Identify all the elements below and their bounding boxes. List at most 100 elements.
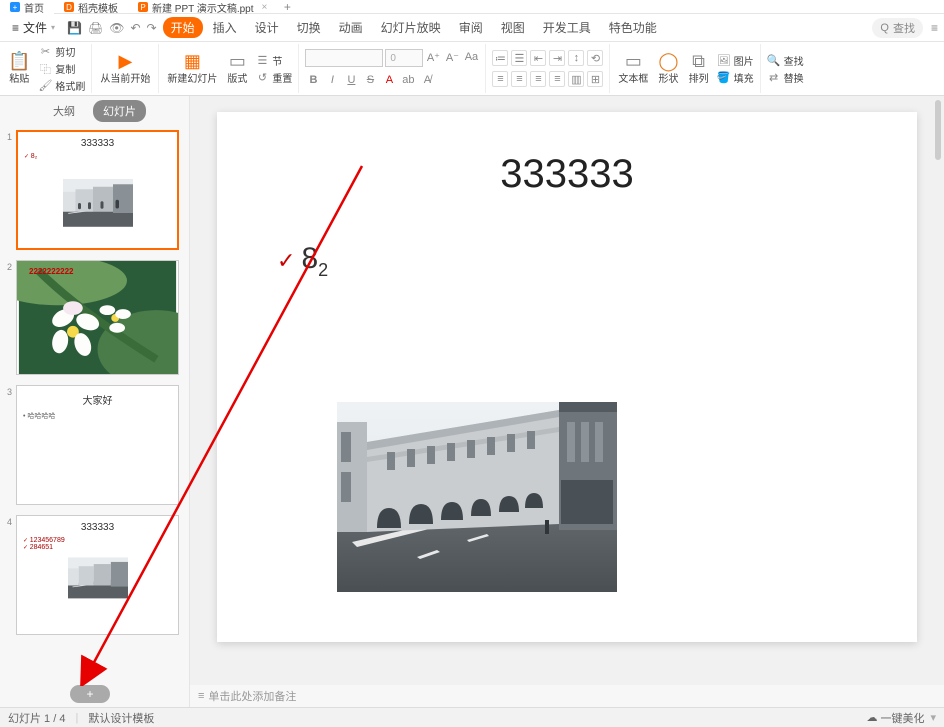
columns-icon[interactable]: ▥ xyxy=(568,71,584,87)
align-center-icon[interactable]: ≡ xyxy=(511,71,527,87)
redo-icon[interactable]: ↷ xyxy=(147,21,157,35)
thumbnail-1[interactable]: 1 333333 8₂ xyxy=(4,130,179,250)
thumb-content[interactable]: 333333 123456789 284651 xyxy=(16,515,179,635)
notes-placeholder: 单击此处添加备注 xyxy=(208,688,296,704)
thumbnail-2[interactable]: 2 xyxy=(4,260,179,375)
slides-tab[interactable]: 幻灯片 xyxy=(93,100,146,122)
bullets-icon[interactable]: ≔ xyxy=(492,50,508,66)
add-slide-button[interactable]: + xyxy=(70,685,110,703)
tab-feature[interactable]: 特色功能 xyxy=(601,17,665,38)
tab-template-label: 稻壳模板 xyxy=(78,0,118,15)
fill-button[interactable]: 🪣填充 xyxy=(717,70,754,85)
tab-review[interactable]: 审阅 xyxy=(451,17,491,38)
line-spacing-icon[interactable]: ↕ xyxy=(568,50,584,66)
thumb-image xyxy=(68,557,128,599)
slide-bullet[interactable]: ✓ 8 2 xyxy=(277,242,328,276)
thumb-line2: 284651 xyxy=(23,544,172,551)
outline-tab[interactable]: 大纲 xyxy=(43,100,85,122)
vertical-scrollbar[interactable] xyxy=(934,96,942,707)
replace-icon: ⇄ xyxy=(767,70,781,84)
tab-view[interactable]: 视图 xyxy=(493,17,533,38)
preview-icon[interactable]: 👁 xyxy=(109,21,124,35)
change-case-icon[interactable]: Aa xyxy=(463,49,479,65)
tab-transition[interactable]: 切换 xyxy=(289,17,329,38)
cut-button[interactable]: ✂剪切 xyxy=(38,44,85,59)
bold-button[interactable]: B xyxy=(305,72,321,88)
undo-icon[interactable]: ↶ xyxy=(130,21,140,35)
indent-icon[interactable]: ⇥ xyxy=(549,50,565,66)
grow-font-icon[interactable]: A⁺ xyxy=(425,49,441,65)
slide-image[interactable] xyxy=(337,402,617,592)
tab-close-icon[interactable]: × xyxy=(262,2,268,13)
format-painter-button[interactable]: 🖌格式刷 xyxy=(38,78,85,93)
font-group: 0 A⁺ A⁻ Aa B I U S A ab A̸ xyxy=(305,44,486,93)
find-button[interactable]: 🔍查找 xyxy=(767,53,804,68)
new-tab-button[interactable]: + xyxy=(277,0,297,13)
italic-button[interactable]: I xyxy=(324,72,340,88)
scrollbar-thumb[interactable] xyxy=(935,100,941,160)
outdent-icon[interactable]: ⇤ xyxy=(530,50,546,66)
font-size-combo[interactable]: 0 xyxy=(385,49,423,67)
thumb-line1: 123456789 xyxy=(23,537,172,544)
tab-document-label: 新建 PPT 演示文稿.ppt xyxy=(152,0,254,15)
thumbnail-4[interactable]: 4 333333 123456789 284651 xyxy=(4,515,179,635)
notes-icon: ≡ xyxy=(198,690,204,702)
shapes-button[interactable]: ◯ 形状 xyxy=(656,52,680,85)
thumbnail-3[interactable]: 3 大家好 • 哈哈哈哈 xyxy=(4,385,179,505)
tab-template[interactable]: D 稻壳模板 xyxy=(54,0,128,14)
arrange-icon: ⧉ xyxy=(692,52,705,70)
check-icon: ✓ xyxy=(277,248,295,274)
textbox-button[interactable]: ▭ 文本框 xyxy=(616,52,650,85)
more-menu-icon[interactable]: ≡ xyxy=(931,21,938,35)
thumb-content[interactable]: 2222222222 xyxy=(16,260,179,375)
align-left-icon[interactable]: ≡ xyxy=(492,71,508,87)
menu-icon: ≡ xyxy=(12,21,19,35)
notes-input[interactable]: ≡ 单击此处添加备注 xyxy=(190,685,944,707)
strike-button[interactable]: S xyxy=(362,72,378,88)
slide-canvas[interactable]: 333333 ✓ 8 2 xyxy=(217,112,917,642)
collapse-icon[interactable]: ▾ xyxy=(930,711,936,724)
slide-title-text[interactable]: 333333 xyxy=(217,152,917,197)
highlight-button[interactable]: ab xyxy=(400,72,416,88)
clear-format-button[interactable]: A̸ xyxy=(419,72,435,88)
picture-button[interactable]: 🖼图片 xyxy=(717,53,754,68)
file-menu[interactable]: ≡ 文件 ▾ xyxy=(6,17,61,38)
tab-insert[interactable]: 插入 xyxy=(205,17,245,38)
arrange-button[interactable]: ⧉ 排列 xyxy=(687,52,711,85)
font-color-button[interactable]: A xyxy=(381,72,397,88)
tab-start[interactable]: 开始 xyxy=(163,17,203,38)
align-text-icon[interactable]: ⊞ xyxy=(587,71,603,87)
print-icon[interactable]: 🖨 xyxy=(88,21,103,35)
numbering-icon[interactable]: ☰ xyxy=(511,50,527,66)
new-slide-button[interactable]: ▦ 新建幻灯片 xyxy=(165,52,219,85)
underline-button[interactable]: U xyxy=(343,72,359,88)
tab-home[interactable]: + 首页 xyxy=(0,0,54,14)
tab-animation[interactable]: 动画 xyxy=(331,17,371,38)
tab-dev[interactable]: 开发工具 xyxy=(535,17,599,38)
reset-button[interactable]: ↺重置 xyxy=(255,70,292,85)
shrink-font-icon[interactable]: A⁻ xyxy=(444,49,460,65)
play-from-current-button[interactable]: ▶ 从当前开始 xyxy=(98,52,152,85)
thumb-content[interactable]: 333333 8₂ xyxy=(16,130,179,250)
section-button[interactable]: ☰节 xyxy=(255,53,292,68)
align-right-icon[interactable]: ≡ xyxy=(530,71,546,87)
tab-design[interactable]: 设计 xyxy=(247,17,287,38)
copy-button[interactable]: ⿻复制 xyxy=(38,61,85,76)
layout-button[interactable]: ▭ 版式 xyxy=(225,52,249,85)
thumb-content[interactable]: 大家好 • 哈哈哈哈 xyxy=(16,385,179,505)
tab-document[interactable]: P 新建 PPT 演示文稿.ppt × xyxy=(128,0,277,14)
text-direction-icon[interactable]: ⟲ xyxy=(587,50,603,66)
ribbon: 📋 粘贴 ✂剪切 ⿻复制 🖌格式刷 ▶ 从当前开始 ▦ 新建幻灯片 ▭ 版式 ☰… xyxy=(0,42,944,96)
paste-button[interactable]: 📋 粘贴 xyxy=(6,52,32,85)
search-input[interactable]: Q 查找 xyxy=(872,18,923,38)
slide-editor[interactable]: 333333 ✓ 8 2 xyxy=(190,96,944,707)
tab-slideshow[interactable]: 幻灯片放映 xyxy=(373,17,449,38)
save-icon[interactable]: 💾 xyxy=(67,21,82,35)
align-justify-icon[interactable]: ≡ xyxy=(549,71,565,87)
replace-button[interactable]: ⇄替换 xyxy=(767,70,804,85)
thumb-number: 4 xyxy=(4,515,12,635)
font-name-combo[interactable] xyxy=(305,49,383,67)
reset-icon: ↺ xyxy=(255,70,269,84)
beautify-button[interactable]: ☁ 一键美化 xyxy=(866,710,924,726)
thumb-title: 333333 xyxy=(24,138,171,149)
